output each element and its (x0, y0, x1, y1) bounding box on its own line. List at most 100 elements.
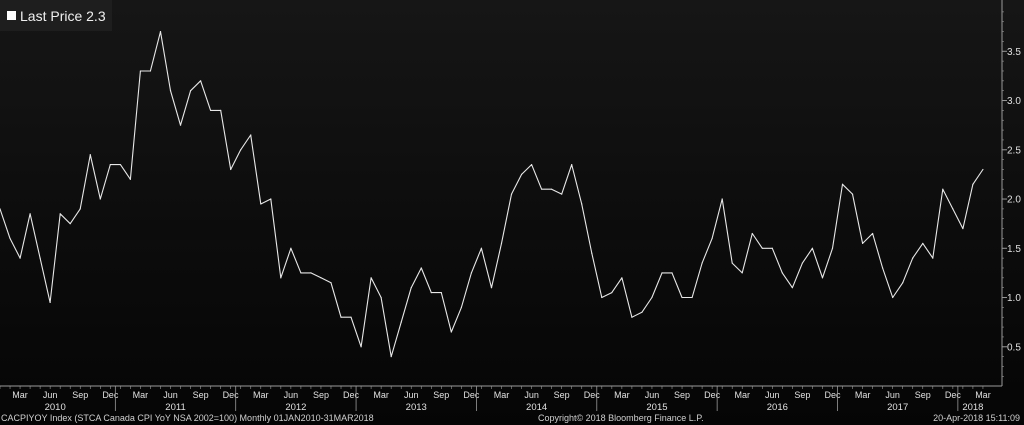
data-point (119, 163, 121, 166)
x-month-label: Dec (223, 390, 240, 400)
data-point (79, 208, 81, 210)
x-month-label: Jun (765, 390, 780, 400)
x-month-label: Dec (102, 390, 119, 400)
series-line (0, 31, 984, 358)
data-point (69, 223, 71, 225)
data-point (761, 247, 763, 249)
x-month-label: Dec (584, 390, 601, 400)
data-point (530, 163, 533, 166)
data-point (270, 198, 272, 200)
data-point (29, 213, 31, 215)
data-point (771, 247, 773, 249)
data-point (280, 277, 282, 279)
data-point (811, 247, 814, 249)
data-point (9, 237, 11, 240)
chart-window: 0.5 1.0 1.5 2.0 2.5 3.0 3.5 Mar Jun Sep Dec Mar Jun… (0, 0, 1024, 425)
data-point (460, 306, 462, 308)
data-point (290, 247, 292, 249)
data-point (490, 287, 493, 289)
y-tick-label: 1.0 (1007, 293, 1021, 304)
x-month-label: Sep (72, 390, 88, 400)
data-point (109, 163, 111, 166)
data-point (691, 296, 693, 299)
data-point (631, 316, 633, 318)
data-point (541, 188, 543, 190)
data-point (651, 296, 653, 299)
x-month-label: Jun (524, 390, 539, 400)
data-point (982, 168, 984, 171)
data-point (952, 208, 954, 210)
data-point (89, 154, 91, 156)
x-month-label: Jun (163, 390, 178, 400)
data-point (260, 203, 262, 205)
footer-ticker-description: CACPIYOY Index (STCA Canada CPI YoY NSA … (1, 413, 374, 423)
data-point (19, 257, 21, 259)
data-point (370, 277, 372, 279)
x-month-label: Dec (945, 390, 962, 400)
data-point (711, 237, 713, 240)
x-month-label: Sep (674, 390, 690, 400)
data-point (591, 252, 593, 254)
data-point (380, 296, 382, 299)
data-point (200, 80, 202, 82)
x-month-label: Sep (433, 390, 449, 400)
data-point (661, 272, 663, 274)
x-month-label: Dec (824, 390, 841, 400)
x-month-label: Mar (373, 390, 389, 400)
x-month-label: Sep (193, 390, 209, 400)
data-point (510, 193, 513, 195)
data-point (230, 168, 232, 171)
x-month-label: Sep (915, 390, 931, 400)
data-point (671, 272, 673, 274)
data-point (551, 188, 553, 190)
data-point (912, 257, 914, 259)
data-point (791, 287, 793, 289)
data-point (400, 321, 402, 323)
data-point (410, 287, 412, 289)
data-point (440, 292, 442, 294)
data-point (250, 134, 252, 136)
data-point (942, 188, 944, 190)
x-month-label: Jun (43, 390, 58, 400)
data-point (741, 272, 743, 274)
x-month-label: Sep (794, 390, 810, 400)
x-month-label: Mar (614, 390, 630, 400)
data-point (821, 277, 824, 279)
data-point (129, 178, 131, 180)
x-month-label: Mar (855, 390, 871, 400)
y-tick-label: 0.5 (1007, 342, 1021, 353)
x-month-label: Dec (704, 390, 721, 400)
data-point (611, 292, 613, 294)
data-point (59, 213, 61, 215)
data-point (721, 198, 723, 200)
legend-swatch (7, 11, 16, 20)
data-point (962, 227, 964, 230)
data-point (149, 70, 152, 72)
data-point (210, 109, 212, 111)
data-point (581, 203, 583, 205)
y-tick-label: 2.5 (1007, 145, 1021, 156)
x-month-label: Sep (554, 390, 570, 400)
x-month-label: Dec (463, 390, 480, 400)
data-point (500, 242, 503, 244)
x-month-label: Jun (645, 390, 660, 400)
line-chart: 0.5 1.0 1.5 2.0 2.5 3.0 3.5 Mar Jun Sep Dec Mar Jun… (0, 0, 1021, 413)
data-point (300, 272, 302, 274)
data-point (179, 124, 182, 126)
y-tick-label: 3.5 (1007, 47, 1021, 58)
data-point (681, 296, 683, 299)
y-tick-label: 1.5 (1007, 244, 1021, 255)
data-point (49, 301, 51, 304)
legend: Last Price 2.3 (0, 0, 112, 31)
data-point (310, 272, 312, 274)
x-month-label: Mar (12, 390, 28, 400)
footer-copyright: Copyright© 2018 Bloomberg Finance L.P. (538, 413, 704, 423)
data-point (851, 193, 854, 195)
data-point (701, 262, 703, 264)
data-point (751, 232, 753, 235)
data-point (561, 193, 563, 195)
data-point (932, 257, 934, 259)
data-point (882, 267, 884, 269)
x-month-label: Jun (404, 390, 419, 400)
data-point (902, 282, 904, 284)
